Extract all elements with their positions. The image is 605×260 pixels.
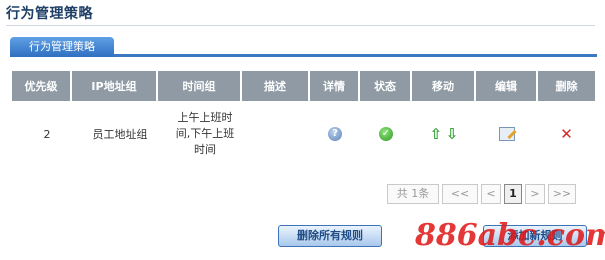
help-icon[interactable]: ? — [328, 127, 342, 141]
col-status: 状态 — [360, 71, 412, 101]
time-group-line: 上午上班时 — [177, 111, 233, 124]
tab-strip: 行为管理策略 — [10, 37, 597, 57]
add-new-rule-button[interactable]: 添加新规则 — [483, 225, 587, 247]
edit-icon[interactable] — [499, 127, 515, 141]
col-time-group: 时间组 — [158, 71, 242, 101]
pager-last-button[interactable]: >> — [548, 184, 576, 204]
col-priority: 优先级 — [12, 71, 72, 101]
cell-description — [242, 101, 310, 167]
col-move: 移动 — [412, 71, 476, 101]
pager-prev-button[interactable]: < — [481, 184, 501, 204]
table-row: 2 员工地址组 上午上班时 间,下午上班 时间 ? ✓ ⇧ ⇩ ✕ — [12, 101, 595, 167]
pager-current-page[interactable]: 1 — [504, 184, 522, 204]
cell-status: ✓ — [360, 101, 412, 167]
col-description: 描述 — [242, 71, 310, 101]
cell-time-group: 上午上班时 间,下午上班 时间 — [158, 101, 242, 167]
page-title: 行为管理策略 — [6, 6, 93, 22]
tab-behavior-policy[interactable]: 行为管理策略 — [10, 37, 114, 57]
cell-move: ⇧ ⇩ — [412, 101, 476, 167]
cell-delete: ✕ — [538, 101, 595, 167]
move-down-icon[interactable]: ⇩ — [446, 125, 459, 143]
pager-next-button[interactable]: > — [525, 184, 545, 204]
cell-edit — [476, 101, 538, 167]
pager-first-button[interactable]: << — [442, 184, 478, 204]
time-group-line: 时间 — [194, 143, 216, 156]
col-delete: 删除 — [538, 71, 595, 101]
move-up-icon[interactable]: ⇧ — [430, 125, 443, 143]
rules-table: 优先级 IP地址组 时间组 描述 详情 状态 移动 编辑 删除 2 员工地址组 … — [12, 71, 595, 167]
col-edit: 编辑 — [476, 71, 538, 101]
cell-priority: 2 — [43, 127, 51, 141]
time-group-line: 间,下午上班 — [175, 127, 235, 140]
col-detail: 详情 — [310, 71, 360, 101]
delete-all-rules-button[interactable]: 删除所有规则 — [278, 225, 382, 247]
col-ip-group: IP地址组 — [72, 71, 158, 101]
delete-icon[interactable]: ✕ — [560, 125, 573, 143]
cell-detail: ? — [310, 101, 360, 167]
enabled-check-icon[interactable]: ✓ — [379, 127, 393, 141]
pager-total: 共 1条 — [387, 184, 439, 204]
title-divider — [6, 25, 595, 26]
table-header-row: 优先级 IP地址组 时间组 描述 详情 状态 移动 编辑 删除 — [12, 71, 595, 101]
cell-ip-group: 员工地址组 — [92, 128, 148, 141]
